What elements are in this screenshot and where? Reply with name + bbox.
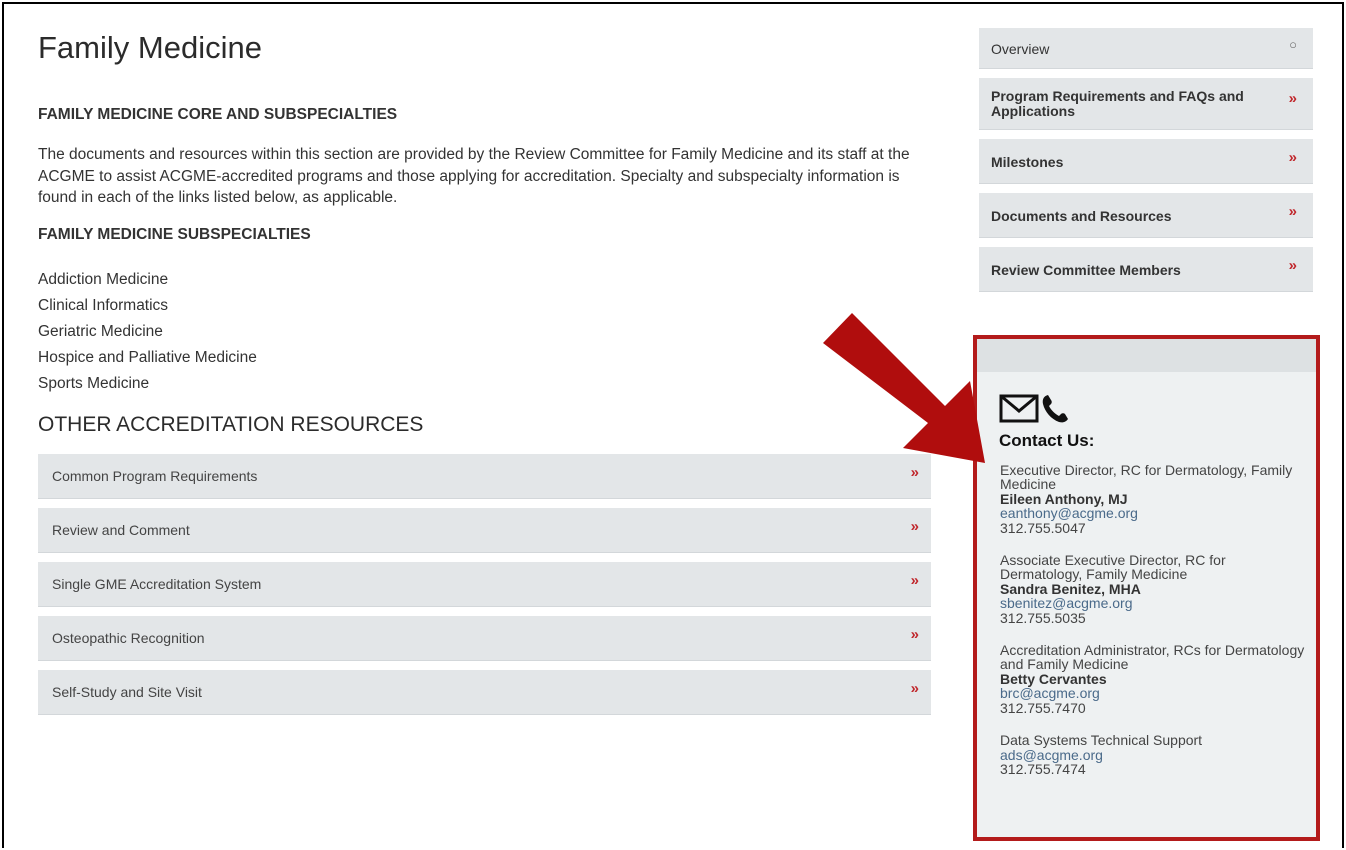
contact-email-link[interactable]: sbenitez@acgme.org bbox=[1000, 596, 1310, 611]
chevron-right-icon: » bbox=[1288, 90, 1297, 107]
contact-panel-header bbox=[977, 339, 1316, 372]
contact-name: Eileen Anthony, MJ bbox=[1000, 490, 1128, 507]
chevron-right-icon: » bbox=[1288, 257, 1297, 274]
sidebar-nav: Overview ○ Program Requirements and FAQs… bbox=[979, 28, 1313, 301]
core-heading: FAMILY MEDICINE CORE AND SUBSPECIALTIES bbox=[38, 106, 398, 123]
chevron-right-icon: » bbox=[1288, 149, 1297, 166]
contact-title: Contact Us: bbox=[999, 431, 1095, 450]
contact-email-link[interactable]: ads@acgme.org bbox=[1000, 747, 1310, 762]
contact-name: Betty Cervantes bbox=[1000, 670, 1107, 687]
sidebar-item-overview[interactable]: Overview ○ bbox=[979, 28, 1313, 69]
sidebar-item-label: Overview bbox=[991, 41, 1050, 57]
contact-phone: 312.755.5035 bbox=[1000, 609, 1086, 626]
subspecialty-link-geriatric-medicine[interactable]: Geriatric Medicine bbox=[38, 319, 931, 345]
sidebar-item-program-requirements[interactable]: Program Requirements and FAQs and Applic… bbox=[979, 78, 1313, 130]
chevron-right-icon: » bbox=[910, 625, 919, 643]
contact-name: Sandra Benitez, MHA bbox=[1000, 580, 1141, 597]
contact-entry: Data Systems Technical Support ads@acgme… bbox=[1000, 732, 1310, 777]
contact-entry: Accreditation Administrator, RCs for Der… bbox=[1000, 643, 1310, 715]
contact-role: Associate Executive Director, RC for Der… bbox=[1000, 552, 1226, 583]
resource-label: Review and Comment bbox=[52, 521, 190, 538]
chevron-right-icon: » bbox=[1288, 203, 1297, 220]
contact-email-link[interactable]: brc@acgme.org bbox=[1000, 686, 1310, 701]
sidebar-item-label: Milestones bbox=[991, 154, 1064, 170]
other-resources-heading: OTHER ACCREDITATION RESOURCES bbox=[38, 412, 424, 436]
contact-phone: 312.755.7470 bbox=[1000, 699, 1086, 716]
resource-common-program-requirements[interactable]: Common Program Requirements » bbox=[38, 453, 931, 499]
subspecialties-heading: FAMILY MEDICINE SUBSPECIALTIES bbox=[38, 225, 311, 243]
resource-osteopathic-recognition[interactable]: Osteopathic Recognition » bbox=[38, 615, 931, 661]
subspecialty-link-sports-medicine[interactable]: Sports Medicine bbox=[38, 371, 931, 397]
resource-label: Osteopathic Recognition bbox=[52, 629, 205, 646]
intro-paragraph: The documents and resources within this … bbox=[38, 146, 910, 206]
contact-phone: 312.755.5047 bbox=[1000, 519, 1086, 536]
contact-email-link[interactable]: eanthony@acgme.org bbox=[1000, 506, 1310, 521]
contact-role: Executive Director, RC for Dermatology, … bbox=[1000, 462, 1293, 493]
sidebar-item-milestones[interactable]: Milestones » bbox=[979, 139, 1313, 184]
contact-entry: Associate Executive Director, RC for Der… bbox=[1000, 553, 1310, 625]
sidebar-item-documents-resources[interactable]: Documents and Resources » bbox=[979, 193, 1313, 238]
subspecialty-link-clinical-informatics[interactable]: Clinical Informatics bbox=[38, 293, 931, 319]
chevron-right-icon: » bbox=[910, 517, 919, 535]
subspecialty-list: Addiction Medicine Clinical Informatics … bbox=[38, 267, 931, 397]
sidebar-item-label: Program Requirements and FAQs and Applic… bbox=[991, 88, 1244, 119]
resource-label: Common Program Requirements bbox=[52, 467, 258, 484]
resource-self-study[interactable]: Self-Study and Site Visit » bbox=[38, 669, 931, 715]
contact-icons bbox=[999, 391, 1079, 430]
subspecialty-link-hospice-palliative[interactable]: Hospice and Palliative Medicine bbox=[38, 345, 931, 371]
contact-entry: Executive Director, RC for Dermatology, … bbox=[1000, 463, 1310, 535]
main-content: Family Medicine FAMILY MEDICINE CORE AND… bbox=[38, 28, 931, 724]
contact-panel: Contact Us: Executive Director, RC for D… bbox=[973, 335, 1320, 841]
sidebar-item-label: Review Committee Members bbox=[991, 262, 1181, 278]
page-title: Family Medicine bbox=[38, 30, 262, 65]
subspecialty-link-addiction-medicine[interactable]: Addiction Medicine bbox=[38, 267, 931, 293]
circle-icon: ○ bbox=[1289, 37, 1297, 52]
chevron-right-icon: » bbox=[910, 463, 919, 481]
chevron-right-icon: » bbox=[910, 679, 919, 697]
envelope-icon bbox=[999, 394, 1068, 423]
resource-single-gme[interactable]: Single GME Accreditation System » bbox=[38, 561, 931, 607]
resource-label: Self-Study and Site Visit bbox=[52, 683, 202, 700]
sidebar-item-label: Documents and Resources bbox=[991, 208, 1172, 224]
resource-label: Single GME Accreditation System bbox=[52, 575, 262, 592]
contact-role: Data Systems Technical Support bbox=[1000, 732, 1203, 749]
resource-review-and-comment[interactable]: Review and Comment » bbox=[38, 507, 931, 553]
contact-role: Accreditation Administrator, RCs for Der… bbox=[1000, 642, 1305, 673]
contact-list: Executive Director, RC for Dermatology, … bbox=[1000, 463, 1310, 794]
contact-phone: 312.755.7474 bbox=[1000, 760, 1086, 777]
sidebar-item-review-committee[interactable]: Review Committee Members » bbox=[979, 247, 1313, 292]
chevron-right-icon: » bbox=[910, 571, 919, 589]
other-resources-list: Common Program Requirements » Review and… bbox=[38, 453, 931, 715]
